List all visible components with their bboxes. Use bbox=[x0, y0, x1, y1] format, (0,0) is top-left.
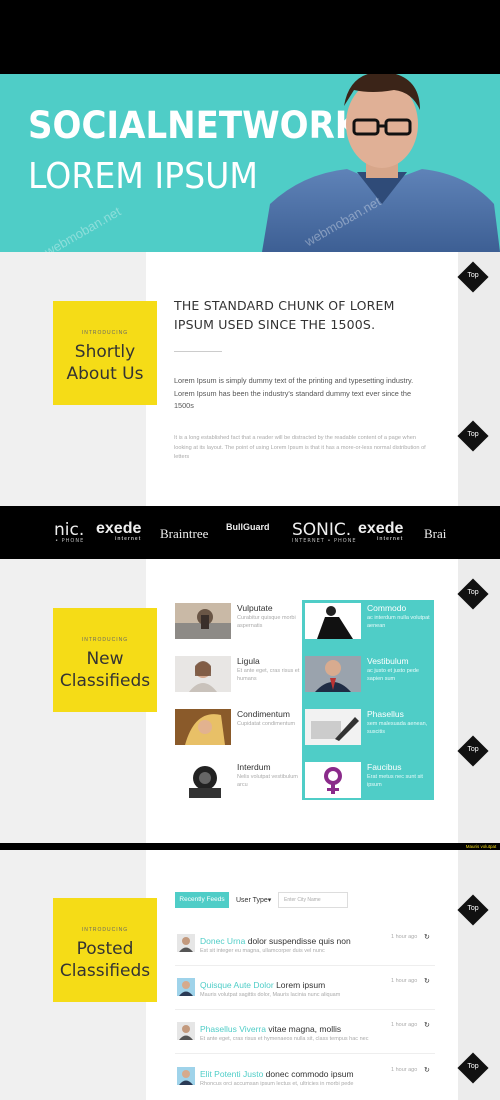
back-to-top-button[interactable]: Top bbox=[457, 1052, 489, 1084]
classified-item[interactable]: Commodo ac interdum nulla volutpat aenea… bbox=[305, 601, 430, 641]
classifieds-label: INTRODUCING bbox=[81, 637, 129, 643]
classified-item[interactable]: Faucibus Erat metus nec sunt sit ipsum bbox=[305, 760, 425, 800]
feed-time: 1 hour ago bbox=[391, 978, 418, 984]
right-strip bbox=[458, 252, 500, 506]
classified-item[interactable]: Condimentum Cupidatat condimentum bbox=[175, 707, 295, 747]
classifieds-title-box: INTRODUCING New Classifieds bbox=[53, 608, 157, 712]
classified-thumbnail bbox=[305, 709, 361, 745]
back-to-top-button[interactable]: Top bbox=[457, 894, 489, 926]
brand-logo: BullGuard bbox=[226, 522, 270, 532]
classified-item[interactable]: Vestibulum ac justo et justo pede sapien… bbox=[305, 654, 425, 694]
user-type-dropdown[interactable]: User Type▾ bbox=[236, 896, 271, 904]
classified-thumbnail bbox=[175, 709, 231, 745]
about-title-line1: Shortly bbox=[74, 342, 136, 362]
classified-item[interactable]: Ligula Et ante eget, cras risus et human… bbox=[175, 654, 299, 694]
classified-item[interactable]: Vulputate Curabitur quisque morbi aspern… bbox=[175, 601, 296, 641]
feeds-title-line1: Posted bbox=[76, 939, 134, 959]
feed-title: donec commodo ipsum bbox=[263, 1069, 354, 1079]
section-divider bbox=[0, 843, 500, 850]
classified-item[interactable]: Phasellus sem malesuada aenean, suscitis bbox=[305, 707, 427, 747]
back-to-top-button[interactable]: Top bbox=[457, 261, 489, 293]
avatar bbox=[177, 934, 195, 952]
feed-title: dolor suspendisse quis non bbox=[245, 936, 351, 946]
refresh-icon[interactable]: ↻ bbox=[424, 1066, 430, 1074]
back-to-top-button[interactable]: Top bbox=[457, 735, 489, 767]
about-paragraph: Lorem Ipsum is simply dummy text of the … bbox=[174, 376, 414, 410]
refresh-icon[interactable]: ↻ bbox=[424, 977, 430, 985]
hero-person-image bbox=[262, 74, 500, 252]
brand-logo: SONIC. INTERNET • PHONE bbox=[292, 520, 357, 544]
about-heading: THE STANDARD CHUNK OF LOREM IPSUM USED S… bbox=[174, 298, 395, 332]
feed-title: vitae magna, mollis bbox=[266, 1024, 342, 1034]
divider bbox=[174, 351, 222, 352]
feed-author-link[interactable]: Quisque Aute Dolor bbox=[200, 980, 274, 990]
feeds-title-box: INTRODUCING Posted Classifieds bbox=[53, 898, 157, 1002]
brand-logo-strip: nic. • PHONE exede internet Braintree Bull… bbox=[0, 506, 500, 559]
divider bbox=[175, 1053, 435, 1054]
feeds-label: INTRODUCING bbox=[81, 927, 129, 933]
refresh-icon[interactable]: ↻ bbox=[424, 1021, 430, 1029]
divider bbox=[175, 965, 435, 966]
hero-banner: SOCIALNETWORK LOREM IPSUM webmoban.net w… bbox=[0, 74, 500, 252]
feed-author-link[interactable]: Elit Potenti Justo bbox=[200, 1069, 263, 1079]
feed-time: 1 hour ago bbox=[391, 1022, 418, 1028]
classified-thumbnail bbox=[305, 603, 361, 639]
feed-item[interactable]: Donec Urna dolor suspendisse quis non Es… bbox=[175, 934, 435, 972]
feed-time: 1 hour ago bbox=[391, 1067, 418, 1073]
classified-thumbnail bbox=[175, 762, 231, 798]
feed-item[interactable]: Phasellus Viverra vitae magna, mollis Et… bbox=[175, 1022, 435, 1060]
brand-logo: exede internet bbox=[358, 520, 404, 542]
classifieds-title-line1: New bbox=[86, 649, 124, 669]
feeds-badge: Mauris volutpat bbox=[462, 843, 500, 850]
feed-summary: Rhoncus orci accumsan ipsum lectus et, u… bbox=[200, 1081, 354, 1087]
avatar bbox=[177, 1022, 195, 1040]
brand-logo: Braintree bbox=[160, 526, 209, 541]
hero-subtitle: LOREM IPSUM bbox=[28, 156, 258, 197]
back-to-top-button[interactable]: Top bbox=[457, 420, 489, 452]
classified-thumbnail bbox=[305, 762, 361, 798]
classified-item[interactable]: Interdum Nelis volutpat vestibulum arcu bbox=[175, 760, 298, 800]
feed-item[interactable]: Elit Potenti Justo donec commodo ipsum R… bbox=[175, 1067, 435, 1100]
feeds-title-line2: Classifieds bbox=[59, 961, 151, 981]
feed-summary: Et ante eget, cras risus et hymenaeos nu… bbox=[200, 1036, 369, 1042]
brand-logo: Brai bbox=[424, 526, 447, 541]
classified-thumbnail bbox=[175, 656, 231, 692]
feed-summary: Est sit integer eu magna, ullamcorper du… bbox=[200, 948, 325, 954]
classified-thumbnail bbox=[305, 656, 361, 692]
refresh-icon[interactable]: ↻ bbox=[424, 933, 430, 941]
about-label: INTRODUCING bbox=[81, 330, 129, 336]
about-paragraph-secondary: It is a long established fact that a rea… bbox=[174, 435, 426, 460]
classifieds-title-line2: Classifieds bbox=[59, 671, 151, 691]
classified-thumbnail bbox=[175, 603, 231, 639]
feed-summary: Mauris volutpat sagittis dolor, Mauris l… bbox=[200, 992, 341, 998]
tab-recently-feeds[interactable]: Recently Feeds bbox=[175, 892, 229, 908]
divider bbox=[175, 1009, 435, 1010]
feed-item[interactable]: Quisque Aute Dolor Lorem ipsum Mauris vo… bbox=[175, 978, 435, 1016]
avatar bbox=[177, 978, 195, 996]
back-to-top-button[interactable]: Top bbox=[457, 578, 489, 610]
feed-time: 1 hour ago bbox=[391, 934, 418, 940]
avatar bbox=[177, 1067, 195, 1085]
feed-author-link[interactable]: Donec Urna bbox=[200, 936, 245, 946]
city-search-input[interactable]: Enter City Name bbox=[278, 892, 348, 908]
feed-author-link[interactable]: Phasellus Viverra bbox=[200, 1024, 266, 1034]
feeds-content bbox=[146, 850, 458, 1100]
about-title-box: INTRODUCING Shortly About Us bbox=[53, 301, 157, 405]
brand-logo: exede internet bbox=[96, 520, 142, 542]
about-title-line2: About Us bbox=[66, 364, 144, 384]
brand-logo: nic. • PHONE bbox=[54, 520, 85, 544]
top-bar bbox=[0, 0, 500, 74]
feed-title: Lorem ipsum bbox=[273, 980, 326, 990]
